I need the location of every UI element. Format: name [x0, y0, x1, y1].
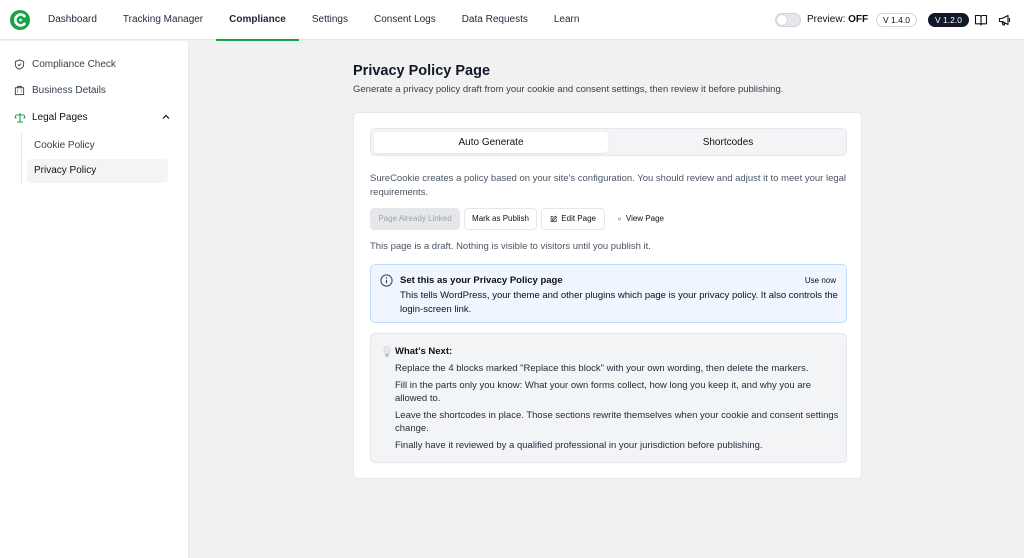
mark-as-publish-button[interactable]: Mark as Publish: [464, 208, 537, 230]
list-item: Replace the 4 blocks marked "Replace thi…: [395, 363, 809, 374]
sidebar-item-business-details[interactable]: Business Details: [14, 81, 106, 99]
page-title: Privacy Policy Page: [353, 63, 491, 79]
sidebar-item-privacy-policy[interactable]: Privacy Policy: [27, 159, 168, 183]
policy-description: SureCookie creates a policy based on you…: [370, 173, 847, 198]
preview-toggle[interactable]: [775, 13, 801, 27]
sidebar-group-legal-pages[interactable]: Legal Pages: [14, 108, 174, 126]
shield-icon: [14, 58, 25, 70]
list-item: Leave the shortcodes in place. Those sec…: [395, 409, 839, 435]
notice-text: This tells WordPress, your theme and oth…: [400, 290, 838, 315]
main-nav: Dashboard Tracking Manager Compliance Se…: [35, 0, 593, 41]
preview-status: Preview: OFF: [807, 14, 868, 25]
submenu-divider: [21, 133, 22, 185]
nav-data-requests[interactable]: Data Requests: [449, 0, 541, 40]
edit-page-label: Edit Page: [561, 214, 596, 223]
surecookie-logo-icon[interactable]: [10, 10, 30, 30]
view-page-label: View Page: [625, 214, 664, 223]
sidebar-item-cookie-policy[interactable]: Cookie Policy: [27, 134, 168, 158]
chevron-up-icon[interactable]: [161, 112, 171, 122]
edit-page-button[interactable]: Edit Page: [541, 208, 605, 230]
set-privacy-page-notice: Set this as your Privacy Policy page Use…: [370, 264, 847, 323]
preview-value: OFF: [848, 14, 869, 25]
sidebar: Compliance Check Business Details Legal …: [0, 41, 189, 558]
draft-note: This page is a draft. Nothing is visible…: [370, 241, 651, 252]
page-subtitle: Generate a privacy policy draft from you…: [353, 84, 784, 95]
scale-icon: [14, 112, 26, 123]
external-link-icon: [618, 217, 621, 221]
sidebar-group-label: Legal Pages: [32, 111, 88, 123]
building-icon: [14, 85, 25, 95]
list-item: Fill in the parts only you know: What yo…: [395, 379, 812, 405]
whats-next-list: Replace the 4 blocks marked "Replace thi…: [395, 362, 840, 455]
nav-learn[interactable]: Learn: [541, 0, 593, 40]
nav-settings[interactable]: Settings: [299, 0, 361, 40]
nav-dashboard[interactable]: Dashboard: [35, 0, 110, 40]
page-already-linked-button: Page Already Linked: [370, 208, 460, 230]
preview-label: Preview:: [807, 14, 846, 25]
whats-next-heading: What's Next:: [383, 346, 452, 357]
nav-tracking-manager[interactable]: Tracking Manager: [110, 0, 216, 40]
edit-icon: [550, 215, 558, 222]
policy-card: Auto Generate Shortcodes SureCookie crea…: [353, 112, 862, 479]
info-icon: [380, 274, 393, 287]
whats-next-panel: What's Next: Replace the 4 blocks marked…: [370, 333, 847, 463]
version-badge-free: V 1.4.0: [876, 13, 917, 27]
notice-title: Set this as your Privacy Policy page: [400, 275, 563, 286]
tab-shortcodes[interactable]: Shortcodes: [611, 132, 845, 153]
toggle-knob: [777, 15, 787, 25]
tab-auto-generate[interactable]: Auto Generate: [374, 132, 608, 153]
whats-next-title: What's Next:: [395, 346, 453, 357]
top-bar: Dashboard Tracking Manager Compliance Se…: [0, 0, 1024, 41]
megaphone-icon[interactable]: [997, 12, 1013, 28]
lightbulb-icon: [383, 346, 391, 357]
view-page-button[interactable]: View Page: [609, 208, 673, 230]
list-item: Finally have it reviewed by a qualified …: [395, 439, 763, 451]
nav-consent-logs[interactable]: Consent Logs: [361, 0, 449, 40]
sidebar-item-label: Compliance Check: [32, 58, 116, 70]
nav-compliance[interactable]: Compliance: [216, 0, 299, 41]
tab-bar: Auto Generate Shortcodes: [370, 128, 847, 156]
version-badge-pro: V 1.2.0: [928, 13, 969, 27]
sidebar-item-compliance-check[interactable]: Compliance Check: [14, 55, 116, 73]
book-icon[interactable]: [973, 12, 989, 28]
sidebar-item-label: Business Details: [32, 84, 106, 96]
use-now-button[interactable]: Use now: [805, 276, 836, 285]
